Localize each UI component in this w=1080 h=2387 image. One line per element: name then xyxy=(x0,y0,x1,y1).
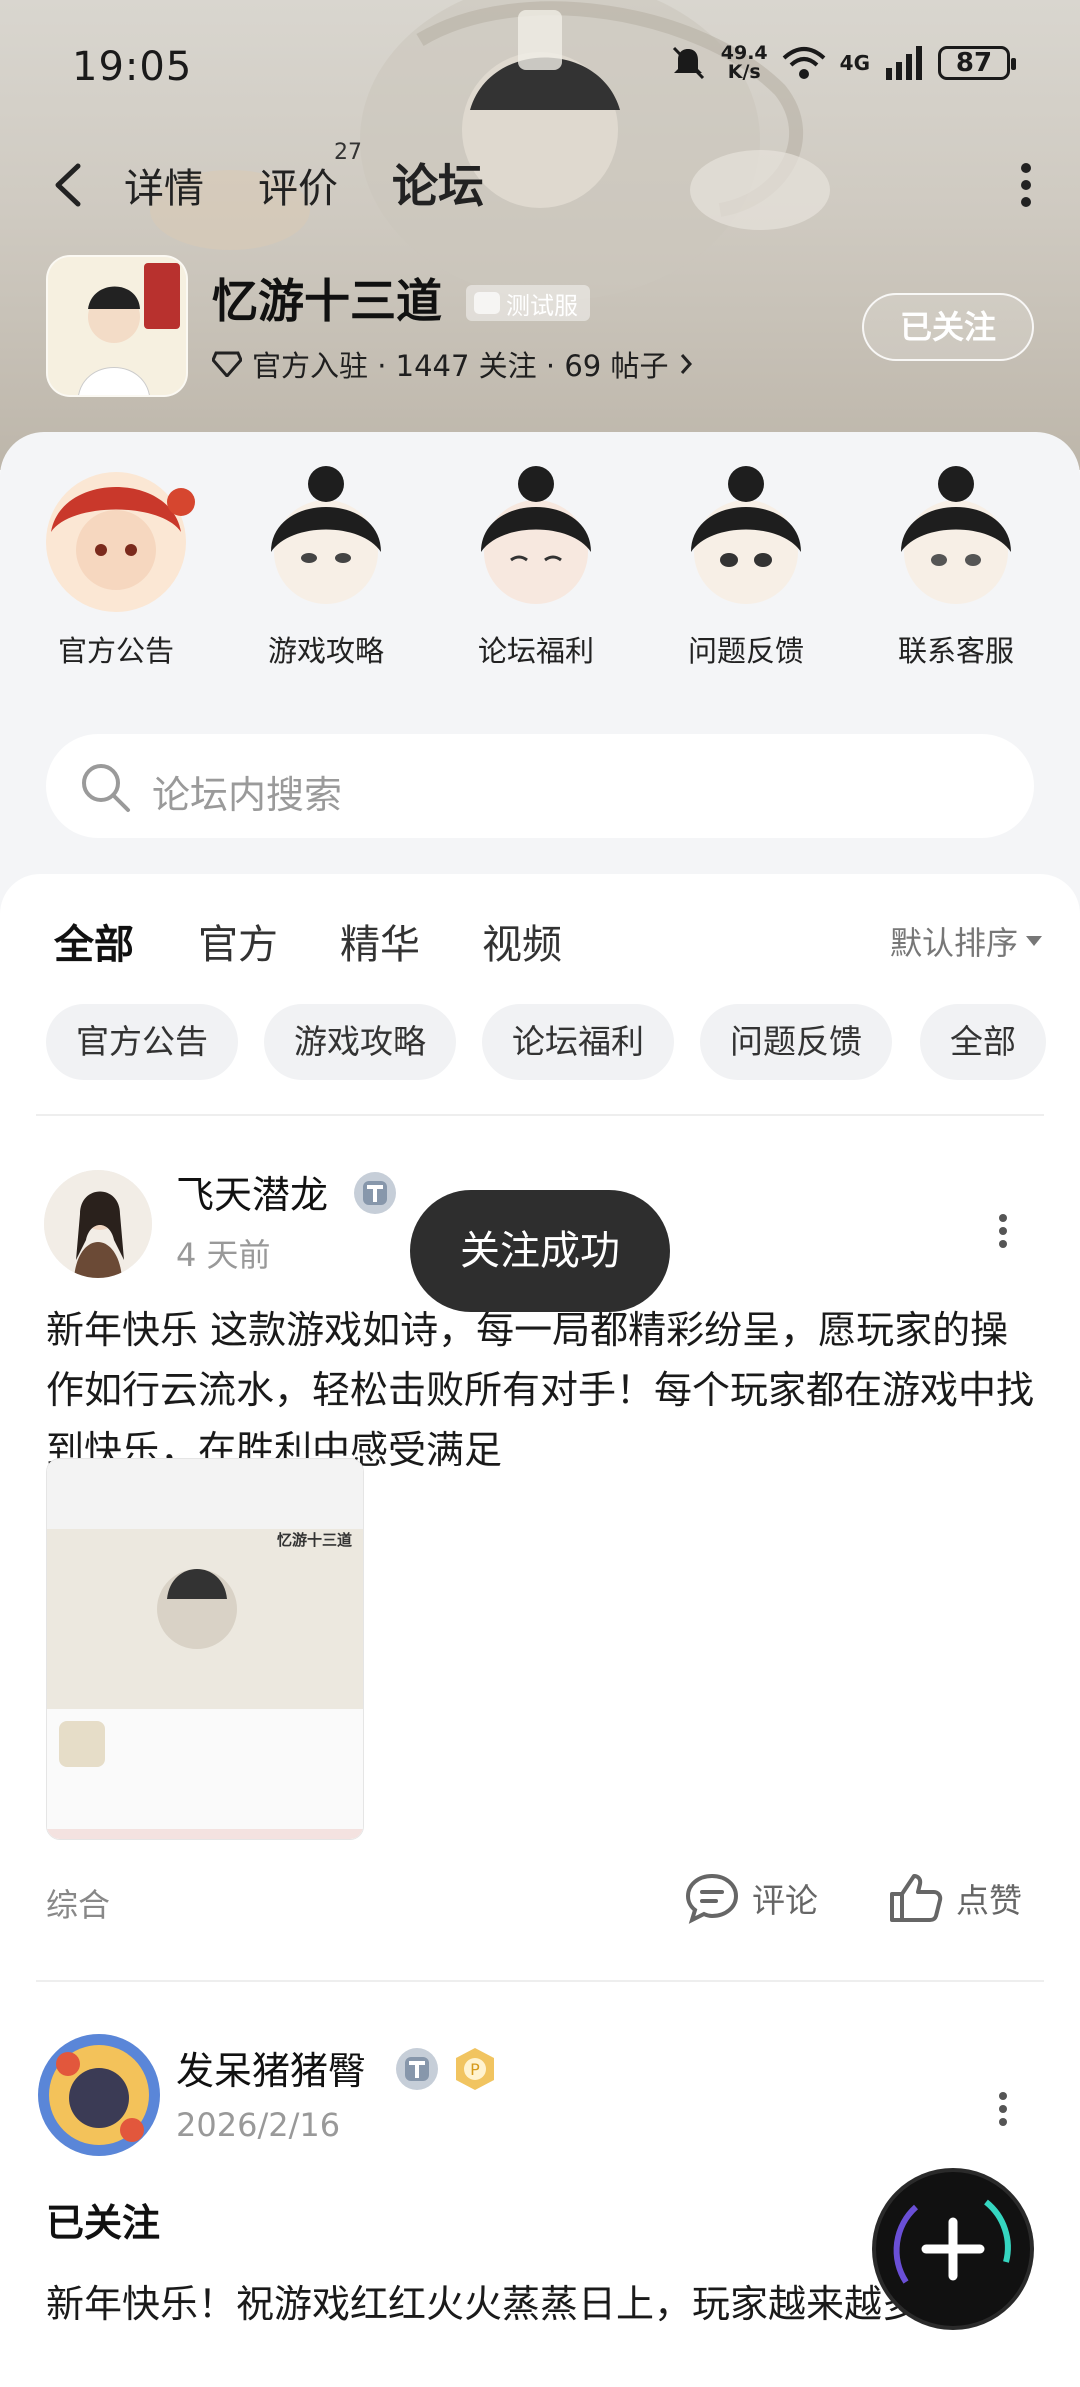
net-speed: 49.4 K/s xyxy=(721,44,768,82)
post-image[interactable]: 忆游十三道 xyxy=(46,1458,364,1840)
category-label: 问题反馈 xyxy=(687,634,804,668)
category-shortcuts: 官方公告 游戏攻略 论坛福利 问题反馈 联系客服 xyxy=(0,462,1080,668)
post-feed: 全部 官方 精华 视频 默认排序 官方公告 游戏攻略 论坛福利 问题反馈 全部 xyxy=(0,874,1080,2387)
user-level-badge-icon xyxy=(396,2048,438,2090)
signal-icon xyxy=(886,46,922,80)
avatar[interactable] xyxy=(44,1170,152,1278)
thumbnail-title: 忆游十三道 xyxy=(277,1531,353,1549)
app-meta[interactable]: 官方入驻 · 1447 关注 · 69 帖子 xyxy=(212,343,694,385)
comment-icon xyxy=(685,1873,739,1924)
avatar-image xyxy=(44,1170,152,1278)
category-label: 官方公告 xyxy=(57,634,174,668)
wifi-icon xyxy=(782,47,825,79)
svg-text:P: P xyxy=(470,2060,480,2079)
tab-forum[interactable]: 论坛 xyxy=(392,150,484,216)
network-type: 4G xyxy=(839,51,870,75)
feed-tab-featured[interactable]: 精华 xyxy=(340,912,420,970)
status-time: 19:05 xyxy=(72,44,193,90)
plus-icon xyxy=(893,2199,1011,2284)
feedback-icon xyxy=(691,466,801,604)
user-level-badge-icon xyxy=(354,1172,396,1214)
diamond-icon xyxy=(212,351,242,377)
category-game-guide[interactable]: 游戏攻略 xyxy=(236,462,416,670)
sort-label: 默认排序 xyxy=(889,924,1018,962)
category-label: 论坛福利 xyxy=(477,634,594,668)
post-author[interactable]: 飞天潜龙 xyxy=(176,1164,328,1219)
category-feedback[interactable]: 问题反馈 xyxy=(656,462,836,670)
post-headline: 已关注 xyxy=(46,2201,161,2245)
post-screenshot-thumbnail xyxy=(47,1459,363,1839)
app-title: 忆游十三道 xyxy=(212,274,442,328)
status-bar: 19:05 49.4 K/s 4G 87 xyxy=(0,38,1080,98)
comment-label: 评论 xyxy=(752,1881,818,1920)
app-icon-art xyxy=(48,257,186,395)
search-icon xyxy=(82,764,130,812)
test-server-icon xyxy=(474,292,500,314)
feed-tab-all[interactable]: 全部 xyxy=(54,912,134,970)
like-button[interactable]: 点赞 xyxy=(888,1872,1022,1924)
forum-search-bar[interactable]: 论坛内搜索 xyxy=(46,734,1034,838)
comment-button[interactable]: 评论 xyxy=(684,1872,818,1924)
review-count-badge: 27 xyxy=(334,140,362,165)
category-customer-service[interactable]: 联系客服 xyxy=(866,462,1046,670)
top-nav: 详情 评价 27 论坛 xyxy=(0,140,1080,230)
category-forum-welfare[interactable]: 论坛福利 xyxy=(446,462,626,670)
category-label: 游戏攻略 xyxy=(267,634,384,668)
chip-forum-welfare[interactable]: 论坛福利 xyxy=(482,1004,674,1080)
feed-tab-official[interactable]: 官方 xyxy=(198,912,278,970)
post-content: 新年快乐 这款游戏如诗，每一局都精彩纷呈，愿玩家的操作如行云流水，轻松击败所有对… xyxy=(46,1308,1035,1472)
app-icon[interactable] xyxy=(46,255,188,397)
divider xyxy=(36,1114,1044,1116)
tab-details[interactable]: 详情 xyxy=(124,156,204,214)
follow-button[interactable]: 已关注 xyxy=(862,293,1034,361)
like-label: 点赞 xyxy=(956,1881,1022,1920)
post-author[interactable]: 发呆猪猪臀 xyxy=(176,2040,366,2095)
test-server-badge: 测试服 xyxy=(466,285,590,321)
official-announcement-icon xyxy=(46,472,195,612)
post-more-icon[interactable] xyxy=(998,1214,1008,1248)
feed-tab-label: 全部 xyxy=(54,922,134,968)
avatar[interactable] xyxy=(38,2034,160,2156)
net-speed-unit: K/s xyxy=(727,61,761,83)
sort-dropdown[interactable]: 默认排序 xyxy=(890,918,1042,964)
back-icon[interactable] xyxy=(48,160,88,210)
post-time: 4 天前 xyxy=(176,1236,271,1274)
post-time: 2026/2/16 xyxy=(176,2106,341,2144)
chip-game-guide[interactable]: 游戏攻略 xyxy=(264,1004,456,1080)
forum-welfare-icon xyxy=(481,466,591,604)
forum-main: 官方公告 游戏攻略 论坛福利 问题反馈 联系客服 论坛内搜索 全部 官方 精华 … xyxy=(0,432,1080,2387)
create-post-button[interactable] xyxy=(876,2172,1030,2326)
thumbs-up-icon xyxy=(890,1874,943,1922)
app-info: 忆游十三道 测试服 官方入驻 · 1447 关注 · 69 帖子 已关注 xyxy=(0,255,1080,405)
chip-all[interactable]: 全部 xyxy=(920,1004,1046,1080)
feed-tab-video[interactable]: 视频 xyxy=(482,912,562,970)
hero-header: 19:05 49.4 K/s 4G 87 详情 评价 27 论坛 忆游十三道 测… xyxy=(0,0,1080,470)
mute-bell-icon xyxy=(672,46,704,80)
app-meta-text: 官方入驻 · 1447 关注 · 69 帖子 xyxy=(252,349,669,383)
divider xyxy=(36,1980,1044,1982)
chip-official-announcement[interactable]: 官方公告 xyxy=(46,1004,238,1080)
filter-chips: 官方公告 游戏攻略 论坛福利 问题反馈 全部 xyxy=(46,1004,1080,1080)
caret-down-icon xyxy=(1026,936,1042,946)
customer-service-icon xyxy=(901,466,1011,604)
chevron-right-icon xyxy=(681,354,693,374)
tab-reviews[interactable]: 评价 xyxy=(258,156,338,214)
status-icons: 49.4 K/s 4G 87 xyxy=(669,44,1016,82)
post-footer: 综合 评论 点赞 xyxy=(46,1870,1036,1930)
post-category[interactable]: 综合 xyxy=(46,1880,110,1926)
test-server-label: 测试服 xyxy=(506,291,578,320)
avatar-image xyxy=(38,2034,160,2156)
post-more-icon[interactable] xyxy=(998,2092,1008,2126)
more-options-icon[interactable] xyxy=(1020,162,1032,208)
search-placeholder: 论坛内搜索 xyxy=(152,773,343,817)
tab-forum-label: 论坛 xyxy=(392,159,484,213)
category-label: 联系客服 xyxy=(897,634,1014,668)
chip-feedback[interactable]: 问题反馈 xyxy=(700,1004,892,1080)
toast-message: 关注成功 xyxy=(410,1190,670,1312)
game-guide-icon xyxy=(271,466,381,604)
battery-indicator: 87 xyxy=(938,46,1016,80)
gold-medal-icon: P xyxy=(456,2048,494,2090)
category-official-announcement[interactable]: 官方公告 xyxy=(26,462,206,670)
